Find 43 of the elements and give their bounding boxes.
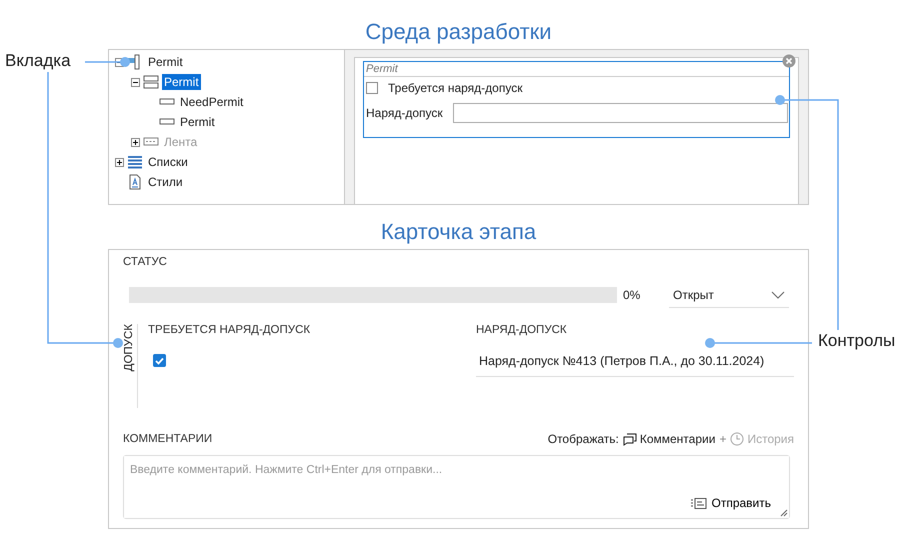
chevron-down-icon xyxy=(771,290,785,298)
checkbox[interactable] xyxy=(366,82,378,94)
tree-item[interactable]: NeedPermit xyxy=(178,94,246,110)
field-label: Наряд-допуск xyxy=(366,106,443,120)
tree-item[interactable]: Permit xyxy=(178,114,217,130)
section-title: Среда разработки xyxy=(365,18,552,46)
checkbox-label: Требуется наряд-допуск xyxy=(388,81,522,95)
group-icon xyxy=(143,74,159,90)
comments-label: КОММЕНТАРИИ xyxy=(123,433,212,445)
close-icon[interactable] xyxy=(782,54,796,68)
show-label: Отображать: xyxy=(548,432,619,446)
chat-icon xyxy=(622,432,637,446)
permit-field[interactable]: Наряд-допуск №413 (Петров П.А., до 30.11.2024) xyxy=(476,354,794,377)
progress-reading: 0% xyxy=(623,288,642,302)
status-label: СТАТУС xyxy=(123,256,168,268)
list-icon xyxy=(127,154,143,170)
input-field[interactable] xyxy=(452,103,788,123)
tree-item[interactable]: Permit xyxy=(162,74,201,90)
resize-grip-icon[interactable] xyxy=(780,509,788,517)
callout-label: Вкладка xyxy=(5,51,71,71)
field-label: ТРЕБУЕТСЯ НАРЯД-ДОПУСК xyxy=(148,324,312,336)
separator: + xyxy=(719,432,726,446)
tree-item[interactable]: Permit xyxy=(146,54,185,70)
style-document-icon xyxy=(127,174,143,190)
checkbox[interactable] xyxy=(153,354,166,367)
send-button[interactable]: Отправить xyxy=(691,496,771,510)
form-panel[interactable]: Permit Требуется наряд-допуск Наряд-допуск xyxy=(363,61,790,138)
callout-label: Контролы xyxy=(818,331,896,351)
status-dropdown[interactable]: Открыт xyxy=(669,282,789,308)
section-title: Карточка этапа xyxy=(380,218,536,246)
group-tab-label[interactable]: ДОПУСК xyxy=(123,324,135,372)
plus-icon xyxy=(116,158,123,166)
tree-item[interactable]: Списки xyxy=(146,154,190,170)
view-toggle[interactable]: Комментарии xyxy=(622,432,716,446)
tree-item[interactable]: Стили xyxy=(146,174,185,190)
leader-line xyxy=(85,57,130,67)
field-label: НАРЯД-ДОПУСК xyxy=(476,324,568,336)
expander-toggle[interactable] xyxy=(115,158,124,166)
message-icon xyxy=(691,498,708,508)
clock-icon xyxy=(730,432,744,446)
expander-toggle[interactable] xyxy=(131,78,140,86)
plus-icon xyxy=(132,138,139,146)
panel-caption: Permit xyxy=(364,62,789,77)
